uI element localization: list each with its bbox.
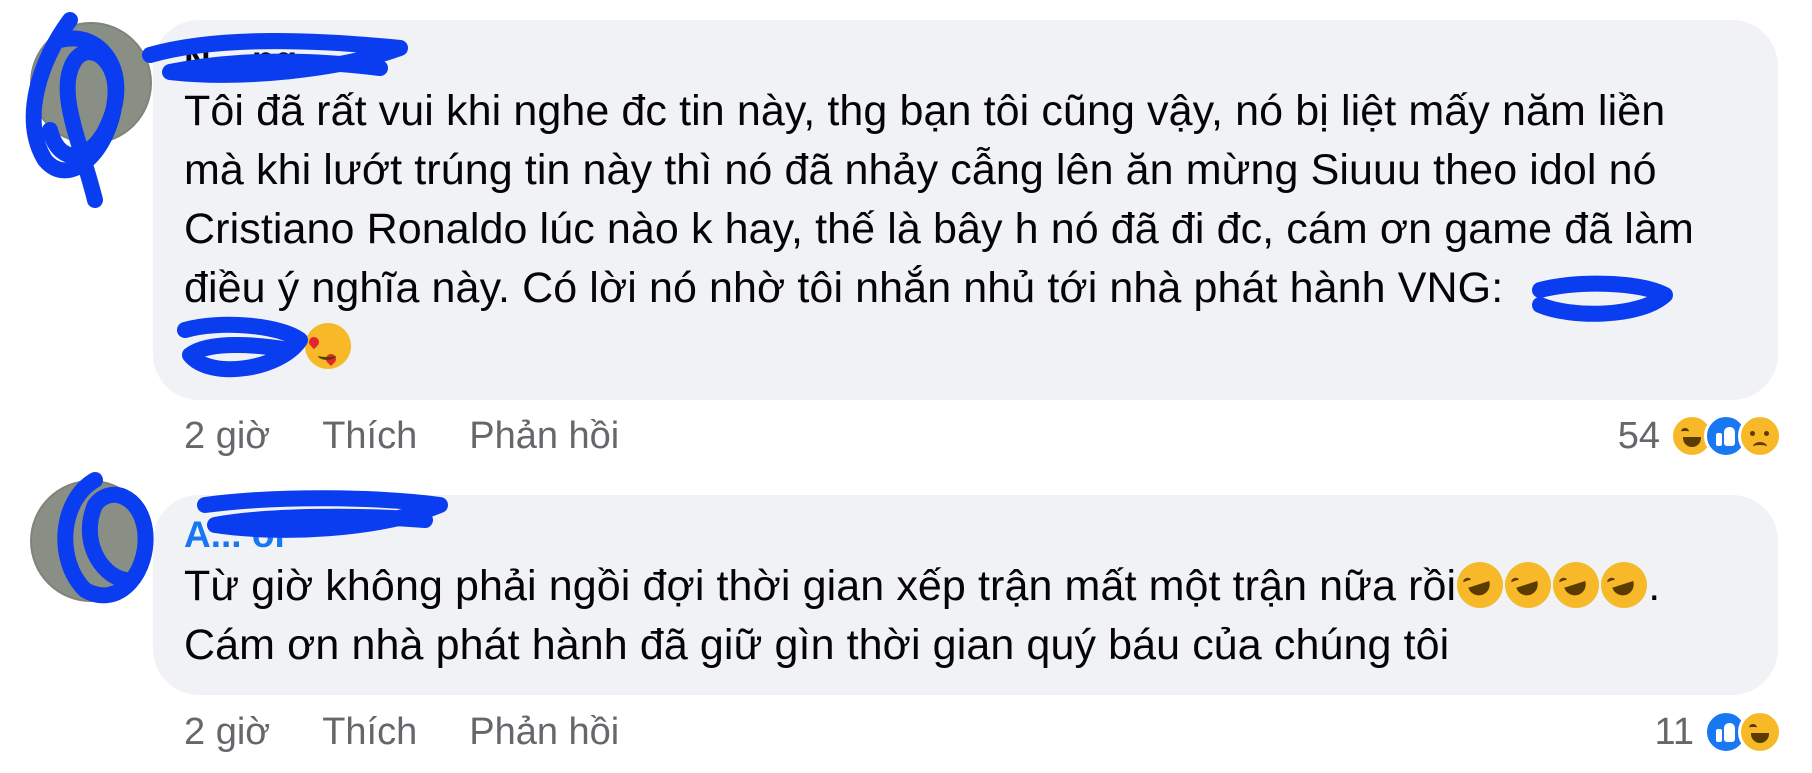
comment-text: Tôi đã rất vui khi nghe đc tin này, thg … [184,82,1744,377]
reply-button[interactable]: Phản hồi [469,711,619,754]
comment-author[interactable]: N... ng [184,38,1744,82]
avatar[interactable] [30,480,152,602]
reaction-summary[interactable]: 11 [1655,708,1782,756]
avatar[interactable] [30,22,152,144]
reaction-count: 11 [1654,710,1694,753]
haha-icon [1738,710,1782,754]
reply-button[interactable]: Phản hồi [469,415,619,458]
rofl-icon [1499,556,1558,614]
comment-time[interactable]: 2 giờ [184,415,270,458]
comment-text-line: mà khi lướt trúng tin này thì nó đã nhảy… [184,146,1657,194]
comment-text-line: Tôi đã rất vui khi nghe đc tin này, thg … [184,87,1666,135]
comment-bubble: N... ng Tôi đã rất vui khi nghe đc tin n… [153,20,1778,400]
comment-author[interactable]: A... ôi [184,513,1744,557]
comment-actions: 2 giờ Thích Phản hồi [184,708,619,756]
comment-time[interactable]: 2 giờ [184,711,270,754]
comment-text-line: Cristiano Ronaldo lúc nào k hay, thế là … [184,205,1694,253]
like-button[interactable]: Thích [322,415,417,458]
comment-actions: 2 giờ Thích Phản hồi [184,412,619,460]
rofl-icon [1451,556,1510,614]
comment-text-line: Cám ơn nhà phát hành đã giữ gìn thời gia… [184,621,1450,669]
reaction-count: 54 [1617,414,1660,457]
comment-text: Từ giờ không phải ngồi đợi thời gian xếp… [184,556,1744,675]
smiling-face-with-hearts-icon [305,323,351,369]
reaction-summary[interactable]: 54 [1618,412,1782,460]
rofl-icon [1595,556,1654,614]
comment-text-line: điều ý nghĩa này. Có lời nó nhờ tôi nhắn… [184,264,1504,312]
rofl-icon [1547,556,1606,614]
comment-text-line: Từ giờ không phải ngồi đợi thời gian xếp… [184,562,1457,610]
like-button[interactable]: Thích [322,711,417,754]
sad-icon [1738,414,1782,458]
comment-bubble: A... ôi Từ giờ không phải ngồi đợi thời … [153,495,1778,695]
